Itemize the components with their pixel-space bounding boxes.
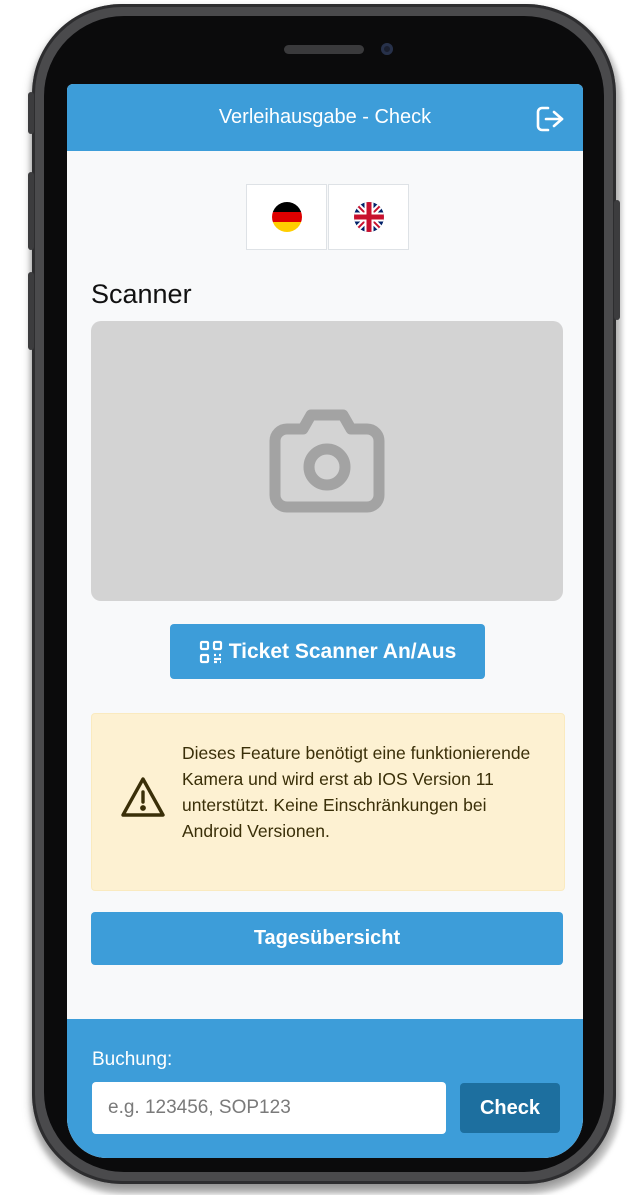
camera-warning-alert: Dieses Feature benötigt eine funktionier… xyxy=(91,713,565,891)
daily-overview-button[interactable]: Tagesübersicht xyxy=(91,912,563,965)
app-screen: Verleihausgabe - Check Scanner Ticket Sc… xyxy=(67,84,583,1158)
germany-flag-icon xyxy=(271,202,302,232)
uk-flag-icon xyxy=(353,202,384,232)
camera-icon xyxy=(269,409,385,513)
booking-label: Buchung: xyxy=(92,1049,173,1070)
language-button-de[interactable] xyxy=(246,184,327,250)
top-navbar: Verleihausgabe - Check xyxy=(67,84,583,151)
language-switcher xyxy=(246,184,409,250)
page-title: Verleihausgabe - Check xyxy=(218,106,432,128)
ticket-scanner-toggle-button[interactable]: Ticket Scanner An/Aus xyxy=(170,624,485,679)
phone-power-button xyxy=(614,200,620,320)
language-button-en[interactable] xyxy=(328,184,409,250)
phone-volume-up-button xyxy=(28,172,34,250)
scanner-heading: Scanner xyxy=(91,279,192,309)
logout-icon[interactable] xyxy=(536,106,566,132)
scanner-preview xyxy=(91,321,563,601)
phone-side-button xyxy=(28,92,34,134)
booking-input[interactable] xyxy=(92,1082,446,1134)
booking-footer: Buchung: Check xyxy=(67,1019,583,1158)
ticket-scanner-toggle-label: Ticket Scanner An/Aus xyxy=(228,639,457,663)
camera-warning-text: Dieses Feature benötigt eine funktionier… xyxy=(182,743,531,841)
qr-code-icon xyxy=(199,640,222,663)
phone-front-camera xyxy=(381,43,393,55)
warning-icon xyxy=(121,777,165,817)
main-content: Scanner Ticket Scanner An/Aus Dieses Fea… xyxy=(67,151,583,1019)
check-button[interactable]: Check xyxy=(460,1083,560,1133)
phone-speaker xyxy=(284,45,364,54)
phone-volume-down-button xyxy=(28,272,34,350)
